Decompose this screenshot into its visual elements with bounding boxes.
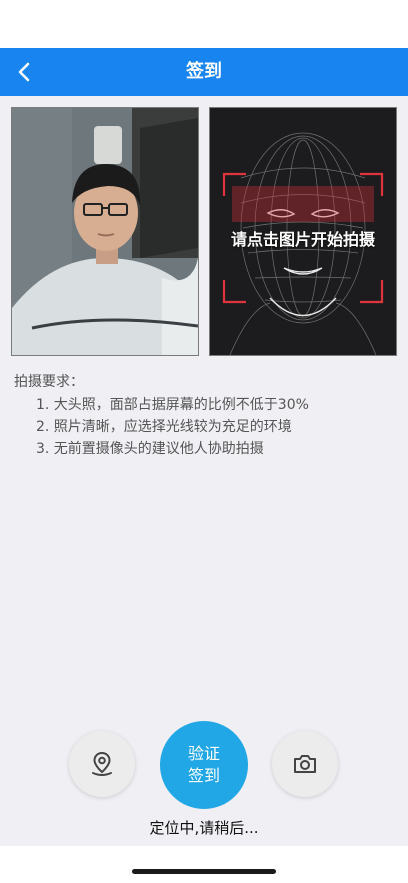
camera-icon (294, 755, 316, 773)
location-status: 定位中,请稍后... (149, 819, 259, 837)
captured-photo[interactable] (11, 107, 199, 356)
home-area (0, 846, 408, 883)
camera-button[interactable] (272, 731, 338, 797)
requirement-item: 3. 无前置摄像头的建议他人协助拍摄 (36, 441, 264, 457)
home-indicator (132, 869, 276, 874)
nav-bar: 签到 (0, 48, 408, 96)
page-title: 签到 (186, 61, 222, 82)
person-photo-image (12, 108, 198, 355)
location-pin-icon (92, 751, 112, 776)
verify-label-line1: 验证 (187, 744, 220, 763)
requirements-list: 1. 大头照，面部占据屏幕的比例不低于30% 2. 照片清晰，应选择光线较为充足… (36, 394, 309, 460)
face-capture-hint: 请点击图片开始拍摄 (230, 230, 375, 249)
face-capture-button[interactable]: 请点击图片开始拍摄 (209, 107, 397, 356)
verify-sign-in-button[interactable]: 验证 签到 (160, 721, 248, 809)
requirement-item: 1. 大头照，面部占据屏幕的比例不低于30% (36, 397, 309, 413)
verify-label-line2: 签到 (187, 766, 220, 785)
requirement-item: 2. 照片清晰，应选择光线较为充足的环境 (36, 419, 292, 435)
status-bar (0, 0, 408, 48)
requirements-title: 拍摄要求： (14, 374, 84, 390)
location-button[interactable] (69, 731, 135, 797)
